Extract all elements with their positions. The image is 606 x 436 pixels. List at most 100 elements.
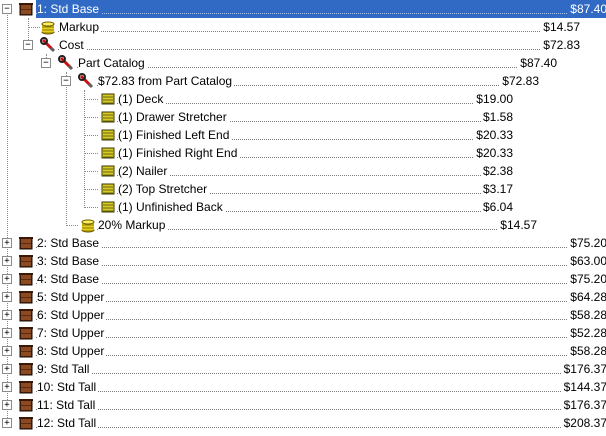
tree-item-label[interactable]: $72.83 from Part Catalog $72.83 <box>97 72 539 90</box>
dot-leader <box>36 409 606 410</box>
tree-item-label[interactable]: 9: Std Tall $176.37 <box>36 360 606 378</box>
item-name: 10: Std Tall <box>37 380 99 394</box>
item-price: $1.58 <box>480 108 513 126</box>
tree-item-label[interactable]: 12: Std Tall $208.37 <box>36 414 606 432</box>
tree-item-label[interactable]: (1) Finished Left End $20.33 <box>117 126 513 144</box>
expand-toggle[interactable]: + <box>2 328 12 338</box>
dot-leader <box>36 391 606 392</box>
tree-item-label[interactable]: 2: Std Base $75.20 <box>36 234 606 252</box>
item-price: $19.00 <box>474 90 513 108</box>
item-name: Cost <box>59 38 86 52</box>
expand-toggle[interactable]: + <box>2 400 12 410</box>
tree-row[interactable]: +2: Std Base $75.20 <box>0 234 606 252</box>
dot-leader <box>36 247 606 248</box>
tree-row[interactable]: (1) Finished Left End $20.33 <box>0 126 606 144</box>
tree-item-label[interactable]: (1) Unfinished Back $6.04 <box>117 198 513 216</box>
item-price: $75.20 <box>568 234 606 252</box>
tree-row[interactable]: (2) Nailer $2.38 <box>0 162 606 180</box>
collapse-toggle[interactable]: − <box>2 4 12 14</box>
item-price: $6.04 <box>480 198 513 216</box>
expand-toggle[interactable]: + <box>2 256 12 266</box>
panel-icon <box>100 109 116 125</box>
tree-row[interactable]: (1) Finished Right End $20.33 <box>0 144 606 162</box>
tree-item-label[interactable]: 7: Std Upper $52.28 <box>36 324 606 342</box>
tree-item-label[interactable]: 1: Std Base $87.40 <box>36 0 606 18</box>
tree-item-label[interactable]: 8: Std Upper $58.28 <box>36 342 606 360</box>
item-price: $20.33 <box>474 126 513 144</box>
expand-toggle[interactable]: + <box>2 292 12 302</box>
item-price: $87.40 <box>518 54 557 72</box>
tree-row[interactable]: +3: Std Base $63.00 <box>0 252 606 270</box>
tree-row[interactable]: +9: Std Tall $176.37 <box>0 360 606 378</box>
tree-row[interactable]: +5: Std Upper $64.28 <box>0 288 606 306</box>
tree-item-label[interactable]: 10: Std Tall $144.37 <box>36 378 606 396</box>
tree-item-label[interactable]: Markup $14.57 <box>58 18 580 36</box>
cabinet-icon <box>18 397 34 413</box>
item-price: $144.37 <box>561 378 606 396</box>
expand-toggle[interactable]: + <box>2 310 12 320</box>
tree-item-label[interactable]: 5: Std Upper $64.28 <box>36 288 606 306</box>
cabinet-icon <box>18 1 34 17</box>
item-price: $72.83 <box>541 36 580 54</box>
tree-row[interactable]: +8: Std Upper $58.28 <box>0 342 606 360</box>
tree-row[interactable]: − Part Catalog $87.40 <box>0 54 606 72</box>
dot-leader <box>58 49 580 50</box>
tree-row[interactable]: +6: Std Upper $58.28 <box>0 306 606 324</box>
dot-leader <box>36 283 606 284</box>
item-price: $75.20 <box>568 270 606 288</box>
tree-item-label[interactable]: Cost $72.83 <box>58 36 580 54</box>
expand-toggle[interactable]: + <box>2 364 12 374</box>
item-name: 4: Std Base <box>37 272 102 286</box>
item-name: 12: Std Tall <box>37 416 99 430</box>
tree-row[interactable]: +4: Std Base $75.20 <box>0 270 606 288</box>
cabinet-icon <box>18 235 34 251</box>
collapse-toggle[interactable]: − <box>61 76 71 86</box>
item-name: 2: Std Base <box>37 236 102 250</box>
tree-item-label[interactable]: (1) Finished Right End $20.33 <box>117 144 513 162</box>
coins-icon <box>80 217 96 233</box>
cabinet-icon <box>18 343 34 359</box>
tree-row[interactable]: Markup $14.57 <box>0 18 606 36</box>
tree-row[interactable]: (2) Top Stretcher $3.17 <box>0 180 606 198</box>
dot-leader <box>58 31 580 32</box>
tree-row[interactable]: − Cost $72.83 <box>0 36 606 54</box>
tree-item-label[interactable]: (2) Top Stretcher $3.17 <box>117 180 513 198</box>
collapse-toggle[interactable]: − <box>41 58 51 68</box>
tree-item-label[interactable]: 20% Markup $14.57 <box>97 216 537 234</box>
tree-row[interactable]: − 1: Std Base $87.40 <box>0 0 606 18</box>
tree-row[interactable]: − $72.83 from Part Catalog $72.83 <box>0 72 606 90</box>
tree-item-label[interactable]: Part Catalog $87.40 <box>77 54 557 72</box>
wrench-icon <box>40 37 56 53</box>
tree-item-label[interactable]: (1) Deck $19.00 <box>117 90 513 108</box>
cost-tree: −1: Std Base $87.40 Markup $14.57− Cost $72.8… <box>0 0 606 436</box>
tree-item-label[interactable]: 11: Std Tall $176.37 <box>36 396 606 414</box>
cabinet-icon <box>18 307 34 323</box>
tree-row[interactable]: (1) Deck $19.00 <box>0 90 606 108</box>
item-name: (1) Finished Right End <box>118 146 240 160</box>
item-price: $64.28 <box>568 288 606 306</box>
expand-toggle[interactable]: + <box>2 238 12 248</box>
expand-toggle[interactable]: + <box>2 382 12 392</box>
tree-row[interactable]: (1) Unfinished Back $6.04 <box>0 198 606 216</box>
cabinet-icon <box>18 289 34 305</box>
expand-toggle[interactable]: + <box>2 418 12 428</box>
tree-row[interactable]: +10: Std Tall $144.37 <box>0 378 606 396</box>
collapse-toggle[interactable]: − <box>23 40 33 50</box>
tree-row[interactable]: 20% Markup $14.57 <box>0 216 606 234</box>
tree-item-label[interactable]: 4: Std Base $75.20 <box>36 270 606 288</box>
panel-icon <box>100 181 116 197</box>
tree-row[interactable]: +11: Std Tall $176.37 <box>0 396 606 414</box>
expand-toggle[interactable]: + <box>2 274 12 284</box>
cabinet-icon <box>18 325 34 341</box>
expand-toggle[interactable]: + <box>2 346 12 356</box>
wrench-icon <box>78 73 94 89</box>
tree-item-label[interactable]: (1) Drawer Stretcher $1.58 <box>117 108 513 126</box>
tree-item-label[interactable]: 6: Std Upper $58.28 <box>36 306 606 324</box>
tree-item-label[interactable]: 3: Std Base $63.00 <box>36 252 606 270</box>
tree-row[interactable]: +7: Std Upper $52.28 <box>0 324 606 342</box>
cabinet-icon <box>18 361 34 377</box>
tree-row[interactable]: (1) Drawer Stretcher $1.58 <box>0 108 606 126</box>
tree-row[interactable]: +12: Std Tall $208.37 <box>0 414 606 432</box>
item-name: 20% Markup <box>98 218 168 232</box>
tree-item-label[interactable]: (2) Nailer $2.38 <box>117 162 513 180</box>
